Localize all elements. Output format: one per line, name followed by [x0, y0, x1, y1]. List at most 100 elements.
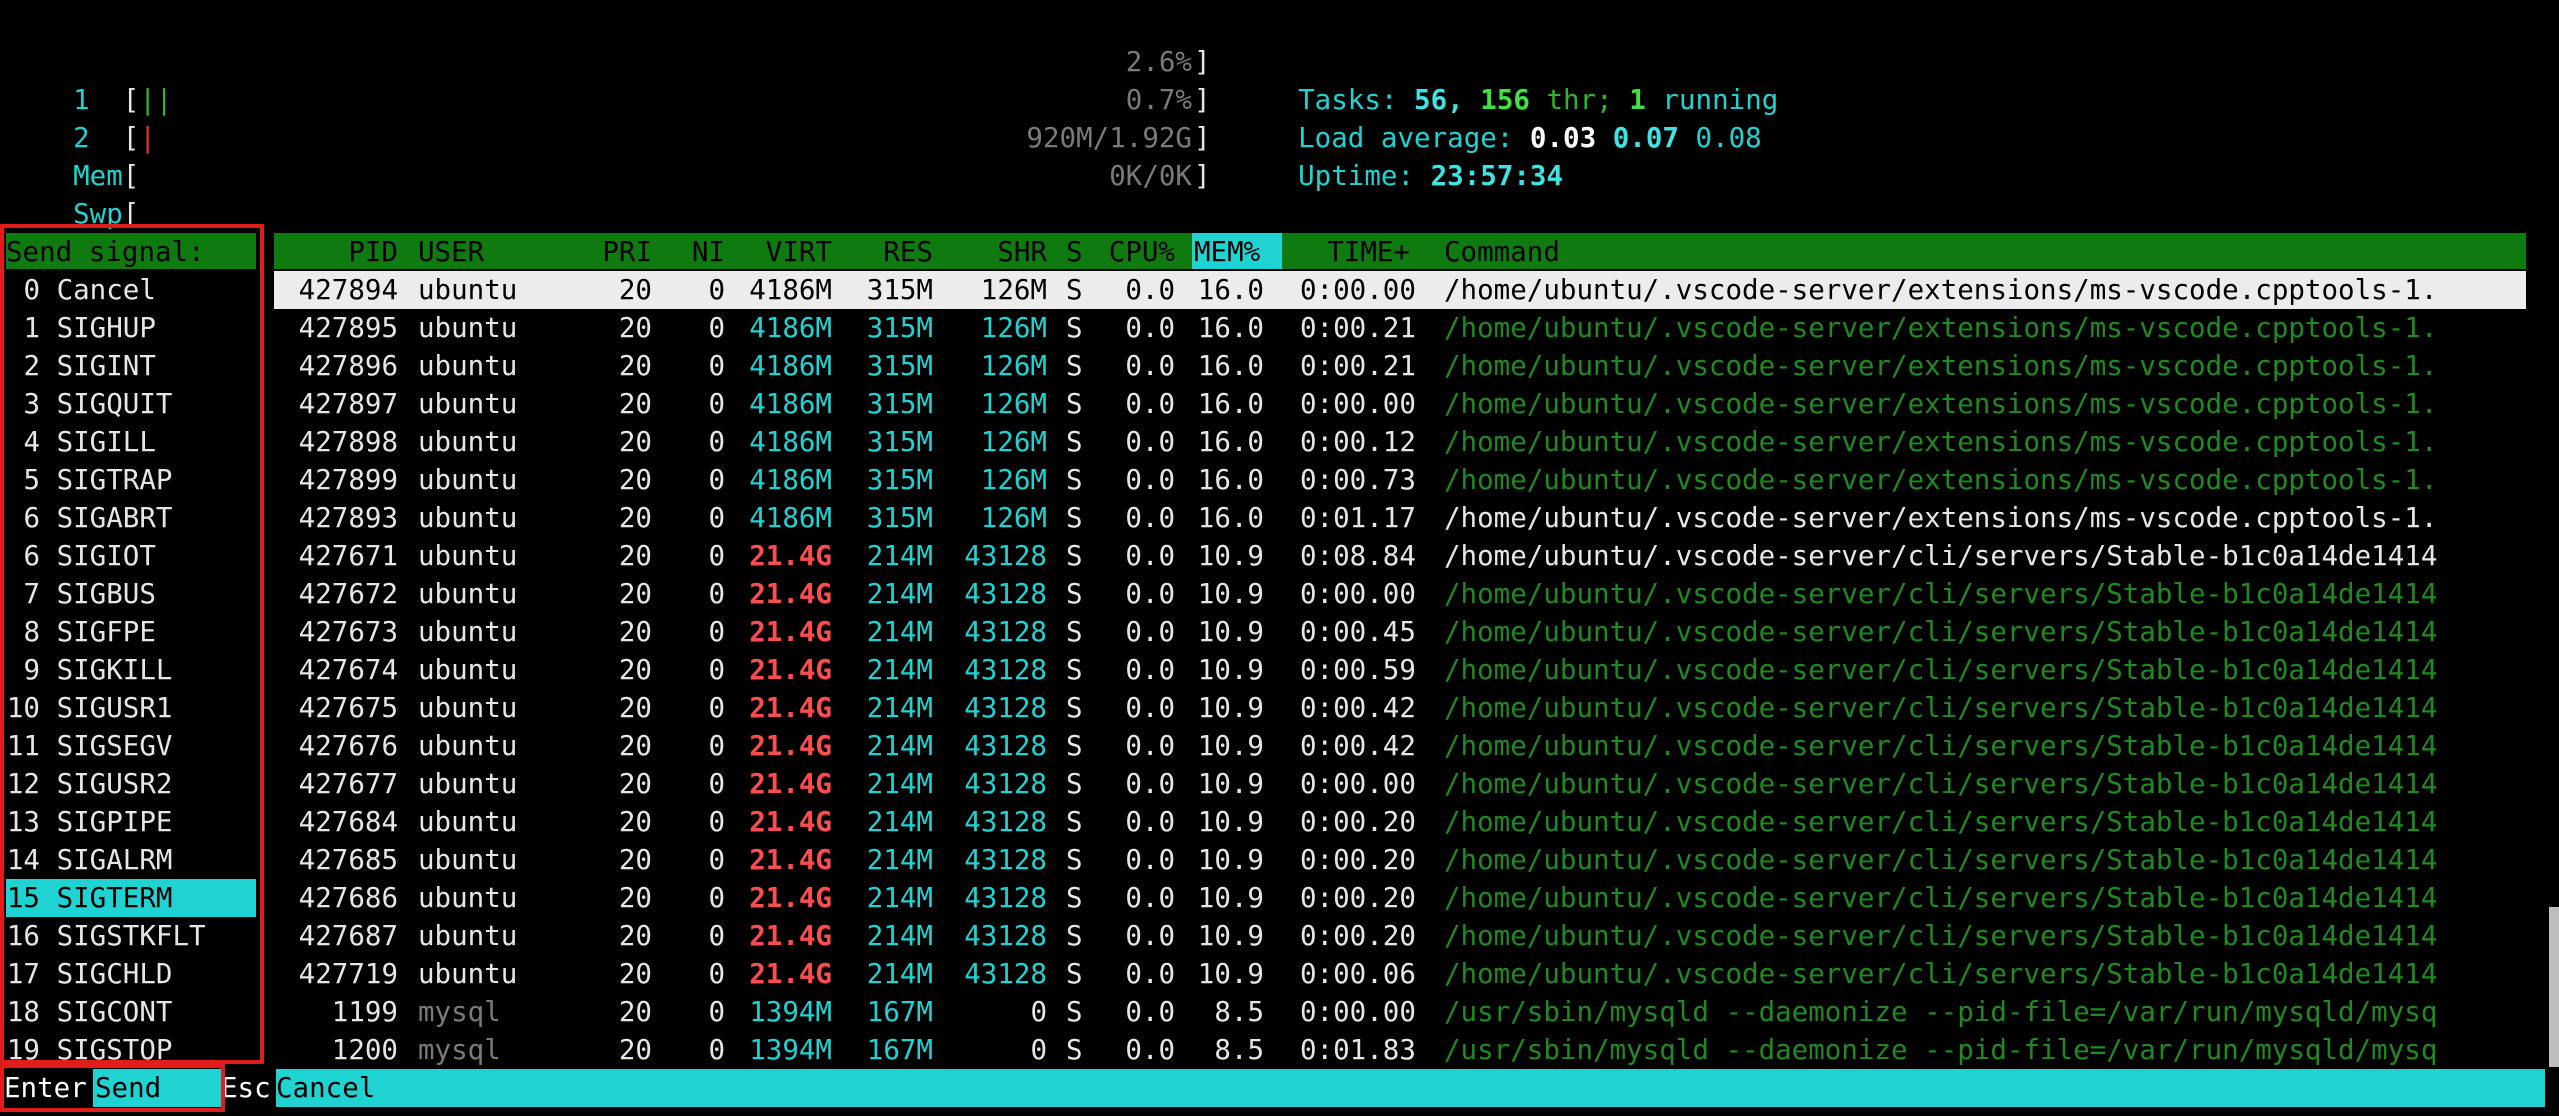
cell-s: S — [1066, 578, 1083, 610]
cell-mem: 16.0 — [1197, 274, 1264, 306]
cell-shr: 43128 — [964, 578, 1047, 610]
table-row[interactable]: 427671 ubuntu 20 0 21.4G 214M 43128 S 0.0 10.9 0:0… — [0, 537, 2559, 575]
cell-cpu: 0.0 — [1125, 578, 1175, 610]
table-row[interactable]: 427684 ubuntu 20 0 21.4G 214M 43128 S 0.0 10.9 0:0… — [0, 803, 2559, 841]
cell-cmd: /home/ubuntu/.vscode-server/cli/servers/… — [1444, 958, 2438, 990]
cell-res: 214M — [866, 806, 933, 838]
cell-res: 214M — [866, 654, 933, 686]
table-row[interactable]: 427898 ubuntu 20 0 4186M 315M 126M S 0.0 16.0 0:00… — [0, 423, 2559, 461]
cell-virt: 4186M — [749, 426, 832, 458]
header-time[interactable]: TIME+ — [1300, 233, 1410, 271]
cell-cpu: 0.0 — [1125, 958, 1175, 990]
cell-user: ubuntu — [418, 578, 518, 610]
cell-ni: 0 — [708, 882, 725, 914]
cell-pri: 20 — [618, 730, 652, 762]
header-user[interactable]: USER — [418, 233, 484, 271]
table-row[interactable]: 427895 ubuntu 20 0 4186M 315M 126M S 0.0 16.0 0:00… — [0, 309, 2559, 347]
cell-pri: 20 — [618, 388, 652, 420]
cell-shr: 43128 — [964, 540, 1047, 572]
table-row[interactable]: 427687 ubuntu 20 0 21.4G 214M 43128 S 0.0 10.9 0:0… — [0, 917, 2559, 955]
header-shr[interactable]: SHR — [945, 233, 1047, 271]
cell-time: 0:00.45 — [1300, 616, 1416, 648]
cell-pid: 427899 — [298, 464, 398, 496]
cell-res: 315M — [866, 350, 933, 382]
cell-mem: 10.9 — [1197, 882, 1264, 914]
table-row[interactable]: 427672 ubuntu 20 0 21.4G 214M 43128 S 0.0 10.9 0:0… — [0, 575, 2559, 613]
cell-shr: 43128 — [964, 768, 1047, 800]
cell-ni: 0 — [708, 388, 725, 420]
table-row[interactable]: 1200 mysql 20 0 1394M 167M 0 S 0.0 8.5 0:01.83/usr… — [0, 1031, 2559, 1069]
table-row[interactable]: 427893 ubuntu 20 0 4186M 315M 126M S 0.0 16.0 0:01… — [0, 499, 2559, 537]
cell-pri: 20 — [618, 692, 652, 724]
cell-user: ubuntu — [418, 426, 518, 458]
cell-virt: 4186M — [749, 464, 832, 496]
cell-res: 214M — [866, 844, 933, 876]
cell-time: 0:00.00 — [1300, 578, 1416, 610]
header-command[interactable]: Command — [1444, 233, 1560, 271]
cell-s: S — [1066, 426, 1083, 458]
cell-pri: 20 — [618, 882, 652, 914]
cell-res: 214M — [866, 768, 933, 800]
header-pri[interactable]: PRI — [580, 233, 652, 271]
cell-pid: 427676 — [298, 730, 398, 762]
table-row[interactable]: 427686 ubuntu 20 0 21.4G 214M 43128 S 0.0 10.9 0:0… — [0, 879, 2559, 917]
cell-ni: 0 — [708, 502, 725, 534]
table-row[interactable]: 427673 ubuntu 20 0 21.4G 214M 43128 S 0.0 10.9 0:0… — [0, 613, 2559, 651]
header-mem-sorted[interactable]: MEM% — [1192, 233, 1282, 269]
cell-cmd: /home/ubuntu/.vscode-server/cli/servers/… — [1444, 540, 2438, 572]
cell-user: ubuntu — [418, 312, 518, 344]
table-row[interactable]: 427897 ubuntu 20 0 4186M 315M 126M S 0.0 16.0 0:00… — [0, 385, 2559, 423]
cell-pid: 1200 — [331, 1034, 398, 1066]
cell-ni: 0 — [708, 350, 725, 382]
table-row[interactable]: 427675 ubuntu 20 0 21.4G 214M 43128 S 0.0 10.9 0:0… — [0, 689, 2559, 727]
cell-pid: 427677 — [298, 768, 398, 800]
cell-cmd: /home/ubuntu/.vscode-server/cli/servers/… — [1444, 578, 2438, 610]
header-cpu[interactable]: CPU% — [1095, 233, 1175, 271]
cell-mem: 10.9 — [1197, 578, 1264, 610]
cell-pri: 20 — [618, 768, 652, 800]
header-pid[interactable]: PID — [280, 233, 398, 271]
cell-cmd: /home/ubuntu/.vscode-server/cli/servers/… — [1444, 920, 2438, 952]
header-state[interactable]: S — [1066, 233, 1083, 271]
cancel-button[interactable]: Cancel — [276, 1069, 375, 1107]
cell-cpu: 0.0 — [1125, 616, 1175, 648]
signal-panel-highlight — [0, 224, 264, 1064]
table-row[interactable]: 427676 ubuntu 20 0 21.4G 214M 43128 S 0.0 10.9 0:0… — [0, 727, 2559, 765]
cell-virt: 21.4G — [749, 806, 832, 838]
cell-time: 0:00.00 — [1300, 274, 1416, 306]
cell-pri: 20 — [618, 806, 652, 838]
scrollbar-thumb[interactable] — [2549, 907, 2559, 1067]
cell-pid: 427897 — [298, 388, 398, 420]
cell-cpu: 0.0 — [1125, 806, 1175, 838]
table-row[interactable]: 427685 ubuntu 20 0 21.4G 214M 43128 S 0.0 10.9 0:0… — [0, 841, 2559, 879]
cell-mem: 10.9 — [1197, 730, 1264, 762]
table-row[interactable]: 427677 ubuntu 20 0 21.4G 214M 43128 S 0.0 10.9 0:0… — [0, 765, 2559, 803]
table-row[interactable]: 427896 ubuntu 20 0 4186M 315M 126M S 0.0 16.0 0:00… — [0, 347, 2559, 385]
cell-cpu: 0.0 — [1125, 388, 1175, 420]
cell-s: S — [1066, 920, 1083, 952]
table-row[interactable]: 1199 mysql 20 0 1394M 167M 0 S 0.0 8.5 0:00.00/usr… — [0, 993, 2559, 1031]
header-res[interactable]: RES — [845, 233, 933, 271]
swap-value: 0K/0K — [1109, 160, 1192, 192]
header-virt[interactable]: VIRT — [740, 233, 832, 271]
cell-s: S — [1066, 502, 1083, 534]
cell-s: S — [1066, 274, 1083, 306]
table-row[interactable]: 427719 ubuntu 20 0 21.4G 214M 43128 S 0.0 10.9 0:0… — [0, 955, 2559, 993]
table-row[interactable]: 427674 ubuntu 20 0 21.4G 214M 43128 S 0.0 10.9 0:0… — [0, 651, 2559, 689]
cell-mem: 10.9 — [1197, 844, 1264, 876]
cpu2-value: 0.7% — [1125, 84, 1192, 116]
cell-virt: 21.4G — [749, 958, 832, 990]
table-row[interactable]: 427899 ubuntu 20 0 4186M 315M 126M S 0.0 16.0 0:00… — [0, 461, 2559, 499]
header-ni[interactable]: NI — [670, 233, 725, 271]
cell-cmd: /home/ubuntu/.vscode-server/cli/servers/… — [1444, 654, 2438, 686]
cell-user: ubuntu — [418, 464, 518, 496]
table-row[interactable]: 427894 ubuntu 20 0 4186M 315M 126M S 0.0 16.0 0:00… — [0, 271, 2559, 309]
cell-virt: 21.4G — [749, 616, 832, 648]
cell-ni: 0 — [708, 654, 725, 686]
cell-pid: 427675 — [298, 692, 398, 724]
cell-mem: 10.9 — [1197, 806, 1264, 838]
cell-pri: 20 — [618, 844, 652, 876]
cpu1-meter: 1 [|| — [73, 84, 173, 116]
cell-res: 315M — [866, 274, 933, 306]
cell-cpu: 0.0 — [1125, 312, 1175, 344]
